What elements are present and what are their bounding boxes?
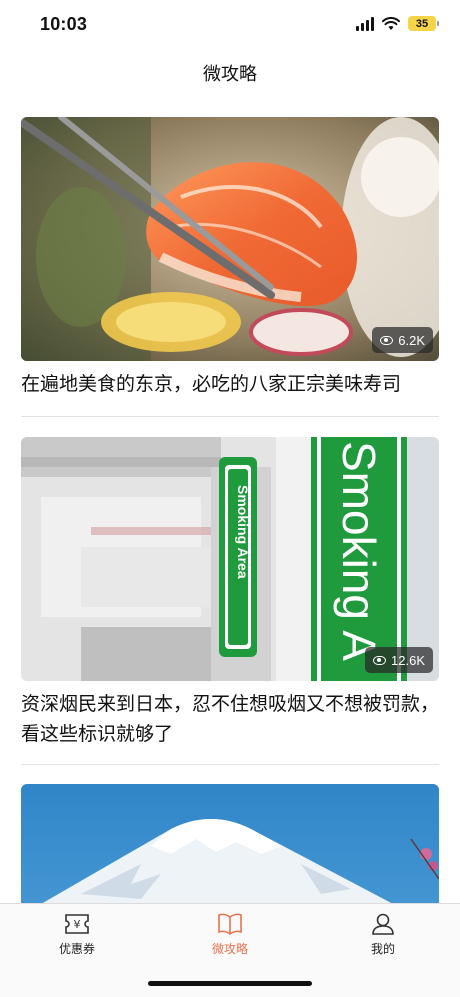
cellular-signal-icon (356, 16, 374, 31)
battery-icon: 35 (408, 16, 439, 31)
eye-icon (373, 655, 387, 665)
tab-profile[interactable]: 我的 (338, 912, 428, 957)
article-image-sushi[interactable]: 6.2K (21, 117, 439, 361)
article-card[interactable] (21, 784, 439, 903)
page-title: 微攻略 (203, 64, 257, 84)
salmon-sushi-photo (21, 117, 439, 361)
article-title[interactable]: 资深烟民来到日本，忍不住想吸烟又不想被罚款，看这些标识就够了 (21, 690, 439, 750)
tab-guides[interactable]: 微攻略 (185, 912, 275, 957)
eye-icon (380, 335, 394, 345)
profile-icon (372, 913, 394, 935)
svg-text:Smoking A: Smoking A (333, 441, 385, 661)
wifi-icon (382, 16, 400, 30)
tab-label: 我的 (370, 942, 395, 956)
article-card[interactable]: 6.2K 在遍地美食的东京，必吃的八家正宗美味寿司 (21, 117, 439, 400)
status-time: 10:03 (40, 14, 88, 34)
home-indicator[interactable] (148, 981, 312, 986)
battery-level: 35 (415, 17, 429, 30)
view-count-badge: 6.2K (372, 327, 433, 353)
view-count: 12.6K (391, 652, 425, 668)
article-image-smoking[interactable]: Smoking Area Smoking A 12.6K (21, 437, 439, 681)
divider (21, 416, 439, 417)
divider (21, 764, 439, 765)
tab-label: 优惠券 (58, 942, 95, 956)
coupon-icon: ¥ (65, 914, 89, 934)
book-icon (218, 913, 242, 935)
tab-label: 微攻略 (211, 942, 248, 956)
status-icons: 35 (356, 16, 439, 31)
article-image-fuji[interactable] (21, 784, 439, 903)
svg-text:Smoking Area: Smoking Area (235, 485, 251, 579)
view-count: 6.2K (398, 332, 425, 348)
mount-fuji-photo (21, 784, 439, 903)
tab-coupons[interactable]: ¥ 优惠券 (32, 912, 122, 957)
status-bar: 10:03 35 (0, 0, 460, 52)
article-card[interactable]: Smoking Area Smoking A 12.6K 资深烟民来到日本，忍不… (21, 437, 439, 750)
view-count-badge: 12.6K (365, 647, 433, 673)
svg-text:¥: ¥ (74, 918, 81, 931)
smoking-area-sign-photo: Smoking Area Smoking A (21, 437, 439, 681)
article-title[interactable]: 在遍地美食的东京，必吃的八家正宗美味寿司 (21, 370, 439, 400)
article-feed[interactable]: 6.2K 在遍地美食的东京，必吃的八家正宗美味寿司 Smoking Area S… (0, 117, 460, 903)
